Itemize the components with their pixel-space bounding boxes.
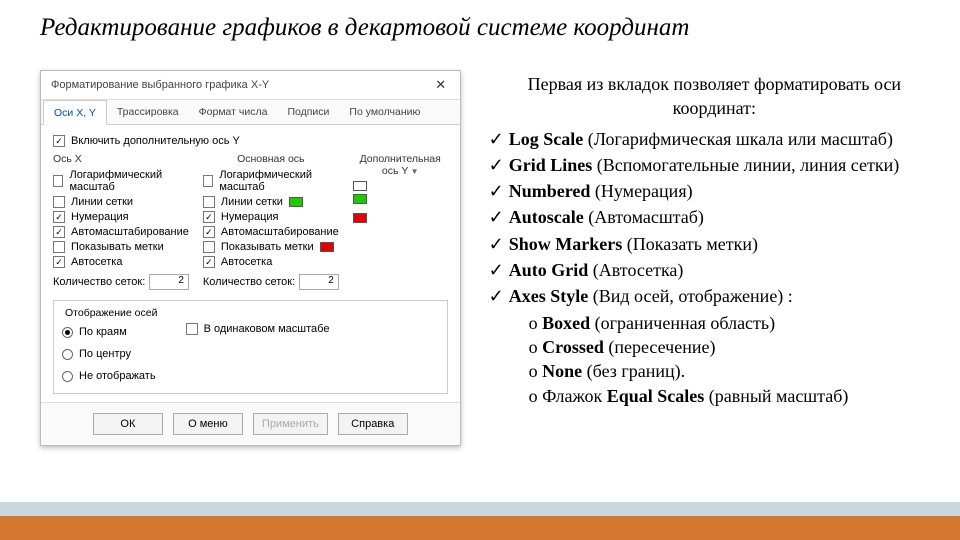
apply-button[interactable]: Применить	[253, 413, 328, 435]
sub-equal: Флажок Equal Scales (равный масштаб)	[529, 384, 940, 408]
tab-trace[interactable]: Трассировка	[107, 100, 189, 124]
y-grid-color[interactable]	[289, 197, 303, 207]
explanation-text: Первая из вкладок позволяет форматироват…	[489, 70, 940, 446]
about-button[interactable]: О меню	[173, 413, 243, 435]
x-grid-check[interactable]	[53, 196, 65, 208]
tab-number-format[interactable]: Формат числа	[189, 100, 278, 124]
sub-crossed: Crossed (пересечение)	[529, 335, 940, 359]
x-markers-check[interactable]	[53, 241, 65, 253]
format-dialog: Форматирование выбранного графика X-Y ✕ …	[40, 70, 461, 446]
y-autogrid-check[interactable]	[203, 256, 215, 268]
help-button[interactable]: Справка	[338, 413, 408, 435]
explain-intro: Первая из вкладок позволяет форматироват…	[489, 72, 940, 121]
x-grid-label: Линии сетки	[71, 196, 133, 208]
dialog-tabs: Оси X, Y Трассировка Формат числа Подпис…	[41, 100, 460, 125]
x-log-check[interactable]	[53, 175, 63, 187]
y-log-check[interactable]	[203, 175, 213, 187]
x-gridcount-label: Количество сеток:	[53, 276, 145, 288]
radio-crossed[interactable]	[62, 349, 73, 360]
y-auto-label: Автомасштабирование	[221, 226, 339, 238]
item-axes-style: Axes Style (Вид осей, отображение) :	[489, 284, 940, 308]
y-grid-check[interactable]	[203, 196, 215, 208]
x-num-label: Нумерация	[71, 211, 129, 223]
close-icon[interactable]: ✕	[432, 77, 450, 93]
checkbox-equal-scale[interactable]	[186, 323, 198, 335]
x-autogrid-check[interactable]	[53, 256, 65, 268]
y-autogrid-label: Автосетка	[221, 256, 272, 268]
y-markers-label: Показывать метки	[221, 241, 314, 253]
x-num-check[interactable]	[53, 211, 65, 223]
x-log-label: Логарифмический масштаб	[69, 169, 188, 193]
y2-log-color[interactable]	[353, 181, 367, 191]
slide-title: Редактирование графиков в декартовой сис…	[0, 0, 960, 42]
x-markers-label: Показывать метки	[71, 241, 164, 253]
y2-grid-color[interactable]	[353, 194, 367, 204]
y2-marker-color[interactable]	[353, 213, 367, 223]
y-log-label: Логарифмический масштаб	[219, 169, 338, 193]
x-auto-label: Автомасштабирование	[71, 226, 189, 238]
sub-none: None (без границ).	[529, 359, 940, 383]
label-boxed: По краям	[79, 326, 127, 338]
y-markers-check[interactable]	[203, 241, 215, 253]
y-gridcount-input[interactable]: 2	[299, 274, 339, 290]
y-auto-check[interactable]	[203, 226, 215, 238]
ok-button[interactable]: ОК	[93, 413, 163, 435]
header-x-axis: Ось X	[53, 153, 189, 165]
item-numbered: Numbered (Нумерация)	[489, 179, 940, 203]
label-equal-scale: В одинаковом масштабе	[204, 323, 330, 335]
radio-none[interactable]	[62, 371, 73, 382]
dialog-title-text: Форматирование выбранного графика X-Y	[51, 79, 269, 91]
footer-bar	[0, 516, 960, 540]
y-num-check[interactable]	[203, 211, 215, 223]
item-autogrid: Auto Grid (Автосетка)	[489, 258, 940, 282]
label-extra-axis: Включить дополнительную ось Y	[71, 135, 240, 147]
y-num-label: Нумерация	[221, 211, 279, 223]
checkbox-extra-axis[interactable]	[53, 135, 65, 147]
axes-style-group: Отображение осей По краям По центру Не о…	[53, 300, 448, 394]
y-gridcount-label: Количество сеток:	[203, 276, 295, 288]
y-grid-label: Линии сетки	[221, 196, 283, 208]
tab-labels[interactable]: Подписи	[277, 100, 339, 124]
tab-axes[interactable]: Оси X, Y	[43, 100, 107, 125]
item-markers: Show Markers (Показать метки)	[489, 232, 940, 256]
y-marker-color[interactable]	[320, 242, 334, 252]
item-grid: Grid Lines (Вспомогательные линии, линия…	[489, 153, 940, 177]
radio-boxed[interactable]	[62, 327, 73, 338]
label-crossed: По центру	[79, 348, 131, 360]
dialog-titlebar: Форматирование выбранного графика X-Y ✕	[41, 71, 460, 100]
tab-defaults[interactable]: По умолчанию	[339, 100, 430, 124]
x-autogrid-label: Автосетка	[71, 256, 122, 268]
header-secondary-axis[interactable]: Дополнительная ось Y	[353, 153, 448, 177]
axes-style-legend: Отображение осей	[62, 307, 160, 319]
x-auto-check[interactable]	[53, 226, 65, 238]
item-log: Log Scale (Логарифмическая шкала или мас…	[489, 127, 940, 151]
sub-boxed: Boxed (ограниченная область)	[529, 311, 940, 335]
header-primary-axis[interactable]: Основная ось	[203, 153, 339, 165]
item-autoscale: Autoscale (Автомасштаб)	[489, 205, 940, 229]
x-gridcount-input[interactable]: 2	[149, 274, 189, 290]
label-none: Не отображать	[79, 370, 156, 382]
